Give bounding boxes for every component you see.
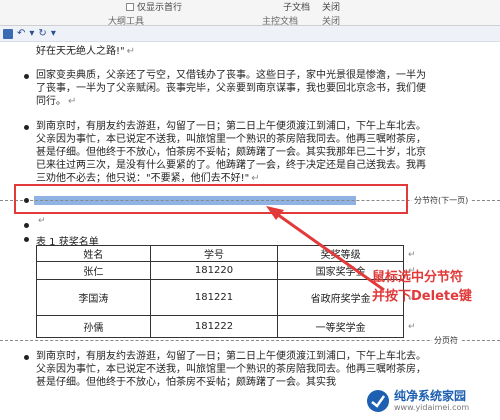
site-logo-icon [367,390,389,412]
show-first-line-label: 仅显示首行 [137,3,183,13]
paragraph-text: 好在天无绝人之路!" [36,46,125,57]
undo-icon[interactable]: ↶ [17,27,25,41]
redo-icon[interactable]: ↻ [38,27,46,41]
paragraph-3[interactable]: 到南京时，有朋友约去游逛，勾留了一日；第二日上午便须渡江到浦口，下午上车北去。父… [36,120,432,185]
paragraph-mark: ↵ [251,173,260,184]
ribbon: 仅显示首行 子文档 关闭 大纲工具 主控文档 关闭 [0,0,500,27]
award-table[interactable]: 姓名 学号 奖奖等级 张仁 181220 国家奖学金 李国涛 181221 省政… [36,245,404,338]
customize-toolbar-icon[interactable]: ▾ [51,27,56,41]
show-first-line-checkbox[interactable]: 仅显示首行 [126,0,182,13]
paragraph-text: 到南京时，有朋友约去游逛，勾留了一日；第二日上午便须渡江到浦口，下午上车北去。父… [36,351,426,388]
outline-bullet[interactable] [24,237,29,242]
table-cell[interactable]: 181222 [149,315,279,338]
page-break-label: 分页符 [432,335,460,346]
outline-bullet[interactable] [24,223,29,228]
annotation-line-1: 鼠标选中分节符 [372,270,464,285]
watermark: 纯净系统家园 www.yidaimei.com [364,386,496,416]
table-row[interactable]: 张仁 181220 国家奖学金 [36,261,404,280]
paragraph-mark: ↵ [126,46,135,57]
outline-bullet[interactable] [24,74,29,79]
outline-bullet[interactable] [24,125,29,130]
paragraph-text: 回家变卖典质，父亲还了亏空，又借钱办了丧事。这些日子，家中光景很是惨澹，一半为了… [36,70,426,107]
subdocument-button[interactable]: 子文档 [283,0,310,13]
column-header-id: 学号 [149,245,279,262]
section-break-label: 分节符(下一页) [412,195,471,206]
table-cell[interactable]: 孙儒 [36,315,151,338]
table-cell[interactable]: 181220 [149,261,279,280]
table-cell[interactable]: 张仁 [36,261,151,280]
table-cell[interactable]: 李国涛 [36,279,151,316]
column-header-name: 姓名 [36,245,151,262]
table-cell[interactable]: 一等奖学金 [277,315,404,338]
row-end-mark: ↵ [408,250,416,260]
table-row[interactable]: 李国涛 181221 省政府奖学金 [36,279,404,316]
highlight-box [14,184,408,214]
annotation-text: 鼠标选中分节符 并按下Delete键 [372,268,472,306]
watermark-title: 纯净系统家园 [394,389,467,403]
dropdown-icon[interactable]: ▾ [29,27,34,41]
paragraph-mark: ↵ [68,96,77,107]
paragraph-2[interactable]: 回家变卖典质，父亲还了亏空，又借钱办了丧事。这些日子，家中光景很是惨澹，一半为了… [36,69,432,108]
annotation-line-2: 并按下Delete键 [372,289,472,304]
watermark-url: www.yidaimei.com [394,403,470,412]
column-header-level: 奖奖等级 [277,245,404,262]
close-button[interactable]: 关闭 [322,0,340,13]
table-cell[interactable]: 181221 [149,279,279,316]
paragraph-mark: ↵ [38,216,46,226]
paragraph-quote-end[interactable]: 好在天无绝人之路!" ↵ [36,45,432,58]
table-row[interactable]: 孙儒 181222 一等奖学金 [36,315,404,338]
paragraph-text: 到南京时，有朋友约去游逛，勾留了一日；第二日上午便须渡江到浦口，下午上车北去。父… [36,121,426,184]
checkbox-box[interactable] [126,2,134,11]
outline-bullet[interactable] [24,355,29,360]
quick-access-toolbar: ↶ ▾ ↻ ▾ [0,26,500,42]
row-end-mark: ↵ [408,322,416,332]
save-icon[interactable] [3,28,13,39]
page-break-line[interactable] [0,340,500,341]
table-header-row: 姓名 学号 奖奖等级 [36,245,404,262]
